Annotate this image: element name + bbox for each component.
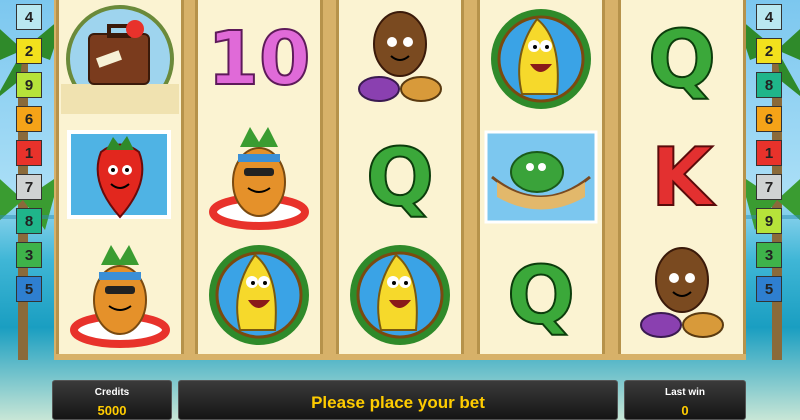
payline-button[interactable]: 8 [16, 208, 42, 234]
banana-symbol [339, 236, 461, 354]
payline-button[interactable]: 9 [756, 208, 782, 234]
q-symbol: Q [339, 118, 461, 236]
banana-symbol [480, 0, 602, 118]
coconut-symbol [339, 0, 461, 118]
bottom-bar: Credits 5000 Please place your bet Last … [0, 372, 800, 420]
q-text: Q [365, 130, 435, 225]
payline-button[interactable]: 2 [756, 38, 782, 64]
payline-button[interactable]: 3 [756, 242, 782, 268]
ten-symbol: 10 [198, 0, 320, 118]
reel-2: 10 [195, 0, 323, 354]
reel-4: Q [477, 0, 605, 354]
k-symbol: K [621, 118, 743, 236]
q-symbol: Q [480, 236, 602, 354]
payline-button[interactable]: 1 [16, 140, 42, 166]
payline-button[interactable]: 4 [756, 4, 782, 30]
payline-button[interactable]: 8 [756, 72, 782, 98]
credits-value: 5000 [97, 403, 127, 418]
payline-button[interactable]: 2 [16, 38, 42, 64]
payline-button[interactable]: 5 [756, 276, 782, 302]
k-text: K [650, 130, 714, 225]
payline-button[interactable]: 6 [16, 106, 42, 132]
payline-button[interactable]: 3 [16, 242, 42, 268]
q-text: Q [506, 248, 576, 343]
coconut-symbol [621, 236, 743, 354]
reel-5: Q K [618, 0, 746, 354]
payline-button[interactable]: 5 [16, 276, 42, 302]
q-text: Q [647, 12, 717, 107]
payline-button[interactable]: 7 [756, 174, 782, 200]
strawberry-symbol [59, 118, 181, 236]
payline-button[interactable]: 4 [16, 4, 42, 30]
pineapple-symbol [59, 236, 181, 354]
banana-symbol [198, 236, 320, 354]
pineapple-symbol [198, 118, 320, 236]
payline-button[interactable]: 1 [756, 140, 782, 166]
suitcase-symbol [59, 0, 181, 118]
reel-3: Q [336, 0, 464, 354]
payline-indicators-left: 4 2 9 6 1 7 8 3 5 [16, 4, 44, 302]
q-symbol: Q [621, 0, 743, 118]
payline-button[interactable]: 9 [16, 72, 42, 98]
credits-label: Credits [94, 387, 130, 398]
payline-button[interactable]: 7 [16, 174, 42, 200]
last-win-panel: Last win 0 [624, 380, 746, 420]
payline-indicators-right: 4 2 8 6 1 7 9 3 5 [756, 4, 784, 302]
last-win-value: 0 [681, 403, 689, 418]
reel-1 [56, 0, 184, 354]
payline-button[interactable]: 6 [756, 106, 782, 132]
credits-panel: Credits 5000 [52, 380, 172, 420]
message-panel: Please place your bet [178, 380, 618, 420]
ten-text: 10 [207, 15, 312, 103]
last-win-label: Last win [664, 387, 705, 398]
melon-symbol [480, 118, 602, 236]
reel-area: 10 Q Q Q K [54, 0, 746, 360]
status-message: Please place your bet [311, 393, 485, 412]
